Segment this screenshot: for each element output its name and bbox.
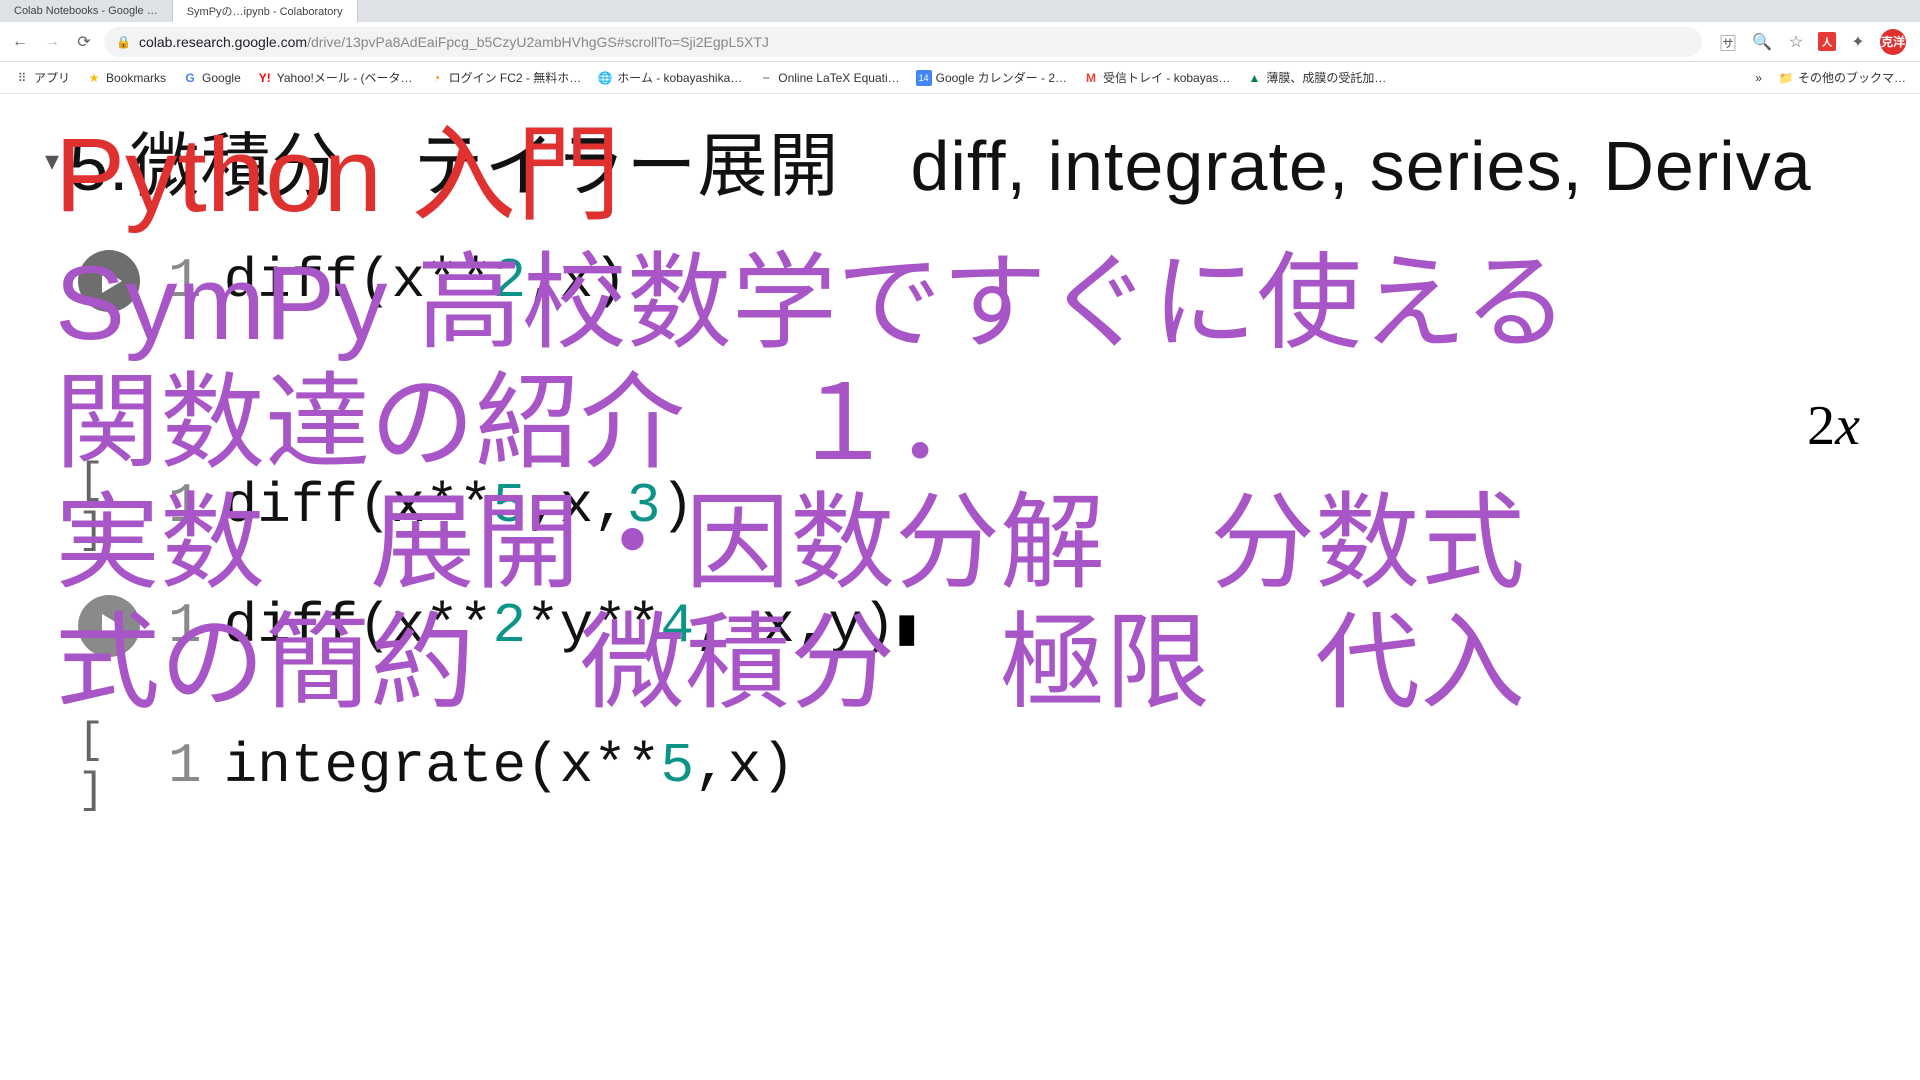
run-button[interactable] <box>78 250 140 312</box>
calendar-icon: 14 <box>916 70 932 86</box>
cell-prompt[interactable]: [ ] <box>78 475 140 537</box>
bookmark-label: 受信トレイ - kobayas… <box>1103 69 1230 86</box>
yahoo-icon: Y! <box>257 70 273 86</box>
heading-text: 5.微積分 テイラー展開 diff, integrate, series, De… <box>69 110 1812 211</box>
translate-icon[interactable]: 🈂 <box>1716 30 1740 54</box>
back-icon[interactable]: ← <box>8 30 32 54</box>
code-cell[interactable]: [ ] 1 integrate(x**5,x) <box>78 734 1920 798</box>
apps-label: アプリ <box>34 69 70 86</box>
tab-strip: Colab Notebooks - Google … SymPyの…ipynb … <box>0 0 1920 22</box>
tab-label: SymPyの…ipynb - Colaboratory <box>187 3 343 19</box>
play-icon <box>102 269 122 293</box>
other-bookmarks-label: その他のブックマ… <box>1798 69 1906 86</box>
url-path: /drive/13pvPa8AdEaiFpcg_b5CzyU2ambHVhgGS… <box>307 34 769 50</box>
bookmark-item[interactable]: G Google <box>176 66 247 90</box>
latex-icon: ⎯ <box>758 70 774 86</box>
star-icon[interactable]: ☆ <box>1784 30 1808 54</box>
google-icon: G <box>182 70 198 86</box>
bookmark-label: Yahoo!メール - (ベータ… <box>277 69 413 86</box>
folder-icon: 📁 <box>1778 70 1794 86</box>
tab-2[interactable]: SymPyの…ipynb - Colaboratory <box>173 0 358 22</box>
code-text[interactable]: diff(x**2,x) <box>224 249 627 313</box>
bookmark-label: Google カレンダー - 2… <box>936 69 1067 86</box>
cell-prompt[interactable]: [ ] <box>78 735 140 797</box>
pdf-extension-icon[interactable]: 人 <box>1818 32 1836 51</box>
line-number: 1 <box>168 474 202 538</box>
bookmark-item[interactable]: ★ Bookmarks <box>80 66 172 90</box>
url-host: colab.research.google.com <box>139 34 307 50</box>
bookmark-item[interactable]: ⎯ Online LaTeX Equati… <box>752 66 905 90</box>
cursor-icon: ▮ <box>896 609 918 654</box>
bookmark-item[interactable]: 🌐ホーム - kobayashika… <box>591 65 748 90</box>
fc2-icon: ◔ <box>429 70 445 86</box>
gmail-icon: M <box>1083 70 1099 86</box>
bookmark-item[interactable]: ▲薄膜、成膜の受託加… <box>1240 65 1392 90</box>
forward-icon[interactable]: → <box>40 30 64 54</box>
bookmark-item[interactable]: M受信トレイ - kobayas… <box>1077 65 1236 90</box>
line-number: 1 <box>168 594 202 658</box>
other-bookmarks[interactable]: 📁その他のブックマ… <box>1772 65 1912 90</box>
play-icon <box>102 614 122 638</box>
site-icon: ▲ <box>1246 70 1262 86</box>
section-heading: ▾ 5.微積分 テイラー展開 diff, integrate, series, … <box>45 110 1812 211</box>
code-cell[interactable]: 1 diff(x**2*y**4, x,y)▮ <box>78 594 1920 699</box>
code-text[interactable]: diff(x**5,x,3) <box>224 474 695 538</box>
lock-icon: 🔒 <box>116 35 131 49</box>
bookmark-item[interactable]: ◔ログイン FC2 - 無料ホ… <box>423 65 588 90</box>
star-icon: ★ <box>86 70 102 86</box>
cell-output: 2x <box>78 394 1920 458</box>
code-text[interactable]: diff(x**2*y**4, x,y)▮ <box>224 594 918 658</box>
bookmark-label: ホーム - kobayashika… <box>617 69 742 86</box>
content-area: ▾ 5.微積分 テイラー展開 diff, integrate, series, … <box>0 94 1920 1080</box>
bookmark-item[interactable]: Y!Yahoo!メール - (ベータ… <box>251 65 419 90</box>
code-text[interactable]: integrate(x**5,x) <box>224 734 795 798</box>
apps-button[interactable]: ⠿アプリ <box>8 65 76 90</box>
tab-1[interactable]: Colab Notebooks - Google … <box>0 0 173 22</box>
url-bar[interactable]: 🔒 colab.research.google.com/drive/13pvPa… <box>104 27 1702 57</box>
bookmark-item[interactable]: 14Google カレンダー - 2… <box>910 65 1073 90</box>
bookmark-label: Bookmarks <box>106 71 166 85</box>
collapse-icon[interactable]: ▾ <box>45 144 59 177</box>
bookmarks-more[interactable]: » <box>1749 67 1768 89</box>
apps-icon: ⠿ <box>14 70 30 86</box>
reload-icon[interactable]: ⟳ <box>72 30 96 54</box>
tab-label: Colab Notebooks - Google … <box>14 5 158 17</box>
code-cell[interactable]: [ ] 1 diff(x**5,x,3) <box>78 474 1920 538</box>
code-cell[interactable]: 1 diff(x**2,x) <box>78 249 1920 354</box>
bookmark-label: 薄膜、成膜の受託加… <box>1266 69 1386 86</box>
line-number: 1 <box>168 734 202 798</box>
globe-icon: 🌐 <box>597 70 613 86</box>
zoom-icon[interactable]: 🔍 <box>1750 30 1774 54</box>
line-number: 1 <box>168 249 202 313</box>
extensions-icon[interactable]: ✦ <box>1846 30 1870 54</box>
bookmark-label: Google <box>202 71 241 85</box>
bookmark-label: Online LaTeX Equati… <box>778 71 899 85</box>
output-math: 2x <box>1807 394 1860 458</box>
bookmark-label: ログイン FC2 - 無料ホ… <box>449 69 582 86</box>
bookmarks-bar: ⠿アプリ ★ Bookmarks G Google Y!Yahoo!メール - (ベ… <box>0 62 1920 94</box>
nav-bar: ← → ⟳ 🔒 colab.research.google.com/drive/… <box>0 22 1920 62</box>
avatar[interactable]: 克洋 <box>1880 29 1906 55</box>
run-button[interactable] <box>78 595 140 657</box>
